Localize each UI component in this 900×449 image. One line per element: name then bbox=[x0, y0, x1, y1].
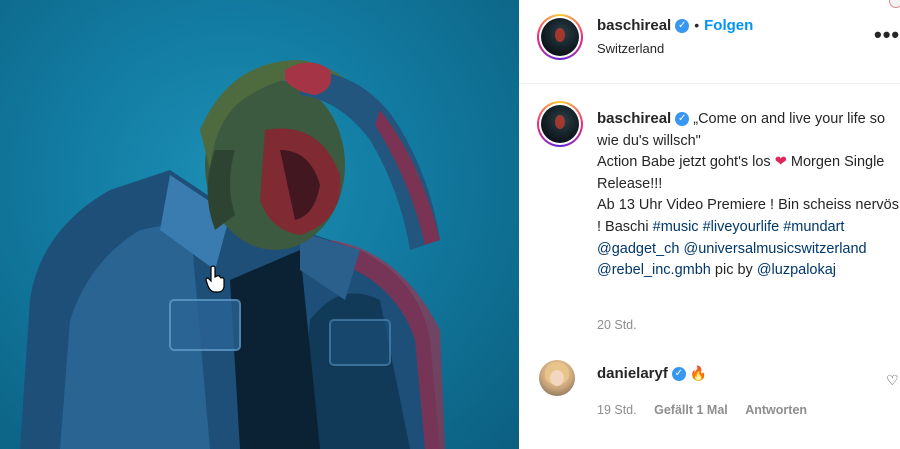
hand-pointer-icon bbox=[205, 265, 225, 293]
hashtag-music[interactable]: #music bbox=[653, 219, 699, 235]
caption-timestamp[interactable]: 20 Std. bbox=[597, 318, 637, 332]
verified-badge-icon: ✓ bbox=[675, 112, 690, 127]
fire-emoji-icon: 🔥 bbox=[689, 365, 708, 381]
post-caption: baschireal ✓ „Come on and live your life … bbox=[597, 108, 900, 282]
caption-avatar[interactable] bbox=[537, 101, 583, 147]
mention-universalmusic[interactable]: @universalmusicswitzerland bbox=[683, 241, 866, 257]
heart-icon: ❤ bbox=[774, 154, 787, 171]
caption-line2-a: Action Babe jetzt goht's los bbox=[597, 154, 771, 171]
location-label[interactable]: Switzerland bbox=[597, 41, 664, 56]
hashtag-mundart[interactable]: #mundart bbox=[783, 219, 844, 235]
more-options-icon[interactable]: ••• bbox=[874, 24, 900, 46]
header-username[interactable]: baschireal bbox=[597, 17, 671, 34]
pic-by-label: pic by bbox=[714, 262, 753, 279]
comment-row: danielaryf ✓ 🔥 bbox=[597, 365, 707, 382]
commenter-avatar[interactable] bbox=[539, 360, 575, 396]
mention-luzpalokaj[interactable]: @luzpalokaj bbox=[757, 262, 836, 278]
comment-like-heart-icon[interactable]: ♡ bbox=[886, 372, 899, 389]
follow-button[interactable]: Folgen bbox=[704, 17, 753, 34]
verified-badge-icon: ✓ bbox=[675, 18, 690, 33]
verified-badge-icon: ✓ bbox=[671, 367, 686, 382]
comment-likes[interactable]: Gefällt 1 Mal bbox=[654, 403, 728, 417]
mention-rebel-inc[interactable]: @rebel_inc.gmbh bbox=[597, 262, 711, 278]
post-photo[interactable] bbox=[0, 0, 519, 449]
close-icon[interactable] bbox=[889, 0, 900, 8]
post-header: baschireal ✓ • Folgen Switzerland ••• bbox=[519, 0, 900, 84]
comment-username[interactable]: danielaryf bbox=[597, 365, 668, 382]
separator-dot: • bbox=[694, 17, 700, 33]
reply-button[interactable]: Antworten bbox=[745, 403, 807, 417]
comment-meta: 19 Std. Gefällt 1 Mal Antworten bbox=[597, 403, 821, 417]
comment-timestamp[interactable]: 19 Std. bbox=[597, 403, 637, 417]
person-photo bbox=[20, 60, 445, 449]
hashtag-liveyourlife[interactable]: #liveyourlife bbox=[703, 219, 780, 235]
caption-username[interactable]: baschireal bbox=[597, 110, 671, 127]
mention-gadget-ch[interactable]: @gadget_ch bbox=[597, 241, 679, 257]
post-sidebar: baschireal ✓ • Folgen Switzerland ••• basch… bbox=[519, 0, 900, 449]
profile-avatar[interactable] bbox=[537, 14, 583, 60]
header-user-row: baschireal ✓ • Folgen bbox=[597, 17, 753, 35]
